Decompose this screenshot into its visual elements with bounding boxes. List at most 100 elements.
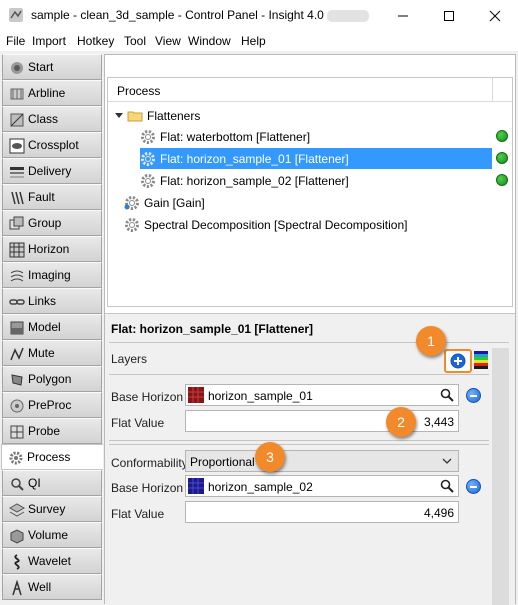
sidebar-item-fault[interactable]: Fault: [2, 184, 102, 210]
layers-divider: [109, 374, 489, 375]
sidebar-item-well[interactable]: Well: [2, 574, 102, 600]
flat-value-field-1[interactable]: 3,443: [185, 410, 459, 432]
conformability-label: Conformability: [111, 456, 188, 470]
sidebar-item-probe[interactable]: Probe: [2, 418, 102, 444]
sidebar-item-crossplot[interactable]: Crossplot: [2, 132, 102, 158]
wavelet-icon: [14, 554, 20, 570]
sidebar-item-horizon[interactable]: Horizon: [2, 236, 102, 262]
sidebar-item-volume[interactable]: Volume: [2, 522, 102, 548]
menu-file[interactable]: File: [6, 34, 25, 48]
tree-header-process: Process: [117, 84, 161, 98]
links-icon: [9, 299, 25, 305]
arbline-icon: [10, 88, 24, 100]
close-button[interactable]: [472, 0, 518, 31]
gain-gear-icon: [124, 195, 139, 210]
search-icon[interactable]: [440, 479, 454, 493]
layer-divider: [109, 440, 489, 441]
gear-icon: [125, 217, 139, 232]
process-tree: Process Flatteners Flat: waterbottom [Fl…: [107, 77, 513, 307]
conformability-select[interactable]: Proportional: [185, 450, 459, 472]
probe-icon: [10, 425, 24, 439]
tree-item-flat-horizon-02[interactable]: Flat: horizon_sample_02 [Flattener]: [140, 170, 492, 191]
expand-arrow-icon[interactable]: [114, 111, 124, 121]
color-bar-icon[interactable]: [474, 351, 488, 369]
menu-window[interactable]: Window: [188, 34, 231, 48]
sidebar-item-qi[interactable]: QI: [2, 470, 102, 496]
status-dot-horizon-01: [496, 152, 508, 164]
redacted-version: [326, 9, 369, 22]
delivery-icon: [10, 167, 24, 178]
group-icon: [9, 216, 24, 230]
sidebar-item-group[interactable]: Group: [2, 210, 102, 236]
main-panel: Process Flatteners Flat: waterbottom [Fl…: [104, 54, 516, 605]
callout-badge-2: 2: [386, 407, 416, 437]
sidebar-item-links[interactable]: Links: [2, 288, 102, 314]
detail-panel: Flat: horizon_sample_01 [Flattener] Laye…: [105, 313, 515, 605]
process-icon: [9, 451, 23, 465]
start-icon: [11, 62, 23, 74]
polygon-icon: [11, 374, 23, 386]
sidebar-item-class[interactable]: Class: [2, 106, 102, 132]
tree-item-flat-horizon-01[interactable]: Flat: horizon_sample_01 [Flattener]: [140, 148, 492, 169]
title-divider: [109, 342, 509, 343]
crossplot-icon: [9, 138, 25, 154]
tree-item-flat-waterbottom[interactable]: Flat: waterbottom [Flattener]: [140, 126, 492, 147]
survey-icon: [9, 503, 25, 517]
horizon-swatch-red-icon: [188, 387, 204, 403]
sidebar-item-delivery[interactable]: Delivery: [2, 158, 102, 184]
callout-badge-3: 3: [255, 442, 285, 472]
menu-help[interactable]: Help: [241, 34, 266, 48]
detail-title: Flat: horizon_sample_01 [Flattener]: [111, 322, 314, 336]
search-icon[interactable]: [440, 388, 454, 402]
remove-layer-1-button[interactable]: [466, 388, 481, 403]
menu-hotkey[interactable]: Hotkey: [77, 34, 114, 48]
sidebar-item-preproc[interactable]: PreProc: [2, 392, 102, 418]
menu-tool[interactable]: Tool: [124, 34, 146, 48]
qi-icon: [11, 478, 24, 491]
maximize-button[interactable]: [426, 0, 472, 31]
sidebar-item-mute[interactable]: Mute: [2, 340, 102, 366]
sidebar-item-wavelet[interactable]: Wavelet: [2, 548, 102, 574]
class-icon: [10, 113, 24, 127]
window-title: sample - clean_3d_sample - Control Panel…: [31, 8, 369, 22]
base-horizon-field-2[interactable]: horizon_sample_02: [185, 475, 459, 497]
add-layer-button[interactable]: [450, 353, 466, 369]
well-icon: [12, 580, 22, 596]
sidebar-item-process[interactable]: Process: [1, 444, 103, 470]
tree-folder-flatteners[interactable]: Flatteners: [114, 105, 414, 126]
chevron-down-icon: [442, 458, 452, 464]
sidebar-item-polygon[interactable]: Polygon: [2, 366, 102, 392]
volume-icon: [10, 529, 24, 544]
gear-icon: [141, 129, 155, 144]
gear-icon: [141, 173, 155, 188]
sidebar-item-imaging[interactable]: Imaging: [2, 262, 102, 288]
folder-icon: [127, 111, 143, 121]
remove-layer-2-button[interactable]: [466, 479, 481, 494]
detail-scrollbar[interactable]: [492, 348, 509, 605]
base-horizon-field-1[interactable]: horizon_sample_01: [185, 384, 459, 406]
base-horizon-label-1: Base Horizon: [111, 390, 184, 404]
status-dot-waterbottom: [496, 130, 508, 142]
sidebar-item-start[interactable]: Start: [2, 54, 102, 80]
tree-item-spectral-decomposition[interactable]: Spectral Decomposition [Spectral Decompo…: [124, 214, 424, 235]
menu-view[interactable]: View: [155, 34, 181, 48]
layer-divider-2: [109, 444, 489, 445]
base-horizon-label-2: Base Horizon: [111, 481, 184, 495]
menu-bar: File Import Hotkey Tool View Window Help: [0, 31, 518, 51]
tree-header: Process: [108, 78, 512, 102]
horizon-icon: [9, 242, 25, 258]
flat-value-field-2[interactable]: 4,496: [185, 501, 459, 523]
tree-header-divider: [492, 78, 493, 102]
status-dot-horizon-02: [496, 174, 508, 186]
tree-item-gain[interactable]: Gain [Gain]: [124, 192, 424, 213]
gear-icon: [141, 151, 155, 166]
sidebar-item-model[interactable]: Model: [2, 314, 102, 340]
sidebar-item-survey[interactable]: Survey: [2, 496, 102, 522]
layers-label: Layers: [111, 352, 148, 366]
app-icon: [9, 8, 23, 22]
flat-value-label-1: Flat Value: [111, 416, 165, 430]
imaging-icon: [10, 270, 24, 282]
sidebar-item-arbline[interactable]: Arbline: [2, 80, 102, 106]
minimize-button[interactable]: [380, 0, 426, 31]
menu-import[interactable]: Import: [32, 34, 66, 48]
